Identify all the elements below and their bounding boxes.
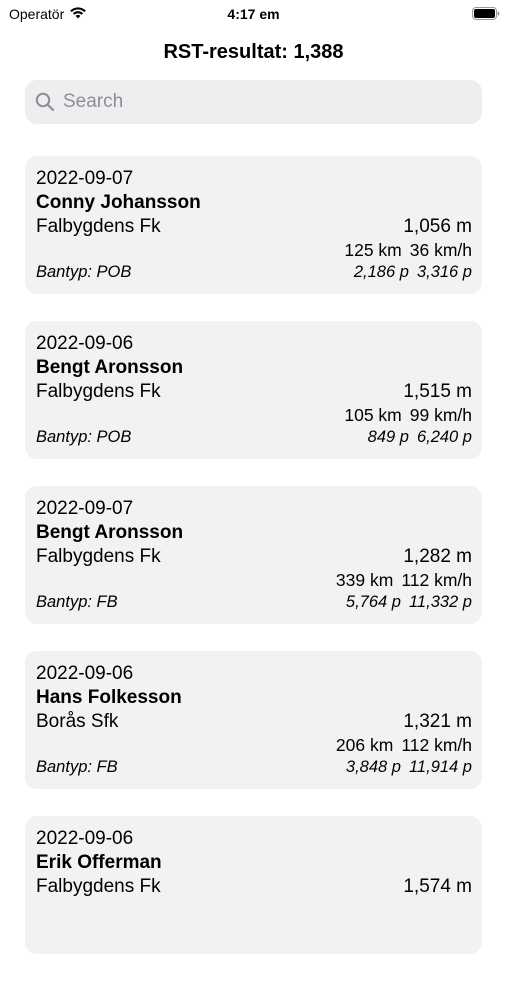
battery-icon: [472, 7, 500, 20]
search-icon: [35, 92, 55, 112]
result-club: Borås Sfk: [36, 711, 119, 732]
result-points-2: 3,316 p: [416, 263, 472, 281]
result-bantyp: Bantyp: FB: [36, 593, 118, 611]
result-speed: 99 km/h: [409, 405, 472, 425]
result-km: 339 km: [335, 570, 394, 590]
result-date: 2022-09-06: [36, 333, 134, 354]
result-date: 2022-09-07: [36, 168, 134, 189]
result-card[interactable]: 2022-09-07 Conny Johansson Falbygdens Fk…: [25, 156, 482, 294]
result-club: Falbygdens Fk: [36, 546, 161, 567]
result-points-2: 11,914 p: [408, 758, 472, 776]
result-points-2: 6,240 p: [416, 428, 472, 446]
result-km: 206 km: [335, 735, 394, 755]
result-distance: 1,321 m: [403, 711, 472, 732]
result-distance: 1,574 m: [403, 876, 472, 897]
result-bantyp: Bantyp: FB: [36, 758, 118, 776]
result-card[interactable]: 2022-09-07 Bengt Aronsson Falbygdens Fk …: [25, 486, 482, 624]
search-bar[interactable]: [25, 80, 482, 124]
result-name: Conny Johansson: [36, 192, 201, 213]
result-name: Bengt Aronsson: [36, 522, 184, 543]
result-date: 2022-09-07: [36, 498, 134, 519]
result-distance: 1,056 m: [403, 216, 472, 237]
page-title: RST-resultat: 1,388: [163, 41, 344, 63]
result-name: Bengt Aronsson: [36, 357, 184, 378]
result-points-1: 3,848 p: [345, 758, 401, 776]
result-speed: 112 km/h: [401, 735, 472, 755]
result-points-1: 849 p: [367, 428, 409, 446]
result-name: Hans Folkesson: [36, 687, 182, 708]
result-card[interactable]: 2022-09-06 Erik Offerman Falbygdens Fk 1…: [25, 816, 482, 954]
result-speed: 36 km/h: [409, 240, 472, 260]
result-km: 105 km: [344, 405, 402, 425]
result-points-2: 11,332 p: [408, 593, 472, 611]
result-points-1: 2,186 p: [353, 263, 409, 281]
result-distance: 1,282 m: [403, 546, 472, 567]
result-date: 2022-09-06: [36, 828, 134, 849]
result-bantyp: Bantyp: POB: [36, 428, 132, 446]
result-card[interactable]: 2022-09-06 Bengt Aronsson Falbygdens Fk …: [25, 321, 482, 459]
result-date: 2022-09-06: [36, 663, 134, 684]
result-speed: 112 km/h: [401, 570, 472, 590]
search-input[interactable]: [63, 91, 463, 113]
result-points-1: 5,764 p: [345, 593, 401, 611]
result-club: Falbygdens Fk: [36, 876, 161, 897]
results-list[interactable]: 2022-09-07 Conny Johansson Falbygdens Fk…: [25, 156, 482, 981]
result-club: Falbygdens Fk: [36, 381, 161, 402]
result-name: Erik Offerman: [36, 852, 162, 873]
result-club: Falbygdens Fk: [36, 216, 161, 237]
result-km: 125 km: [344, 240, 402, 260]
result-card[interactable]: 2022-09-06 Hans Folkesson Borås Sfk 1,32…: [25, 651, 482, 789]
status-bar: Operatör 4:17 em: [0, 0, 507, 30]
status-time: 4:17 em: [227, 6, 280, 22]
result-distance: 1,515 m: [403, 381, 472, 402]
result-bantyp: Bantyp: POB: [36, 263, 132, 281]
